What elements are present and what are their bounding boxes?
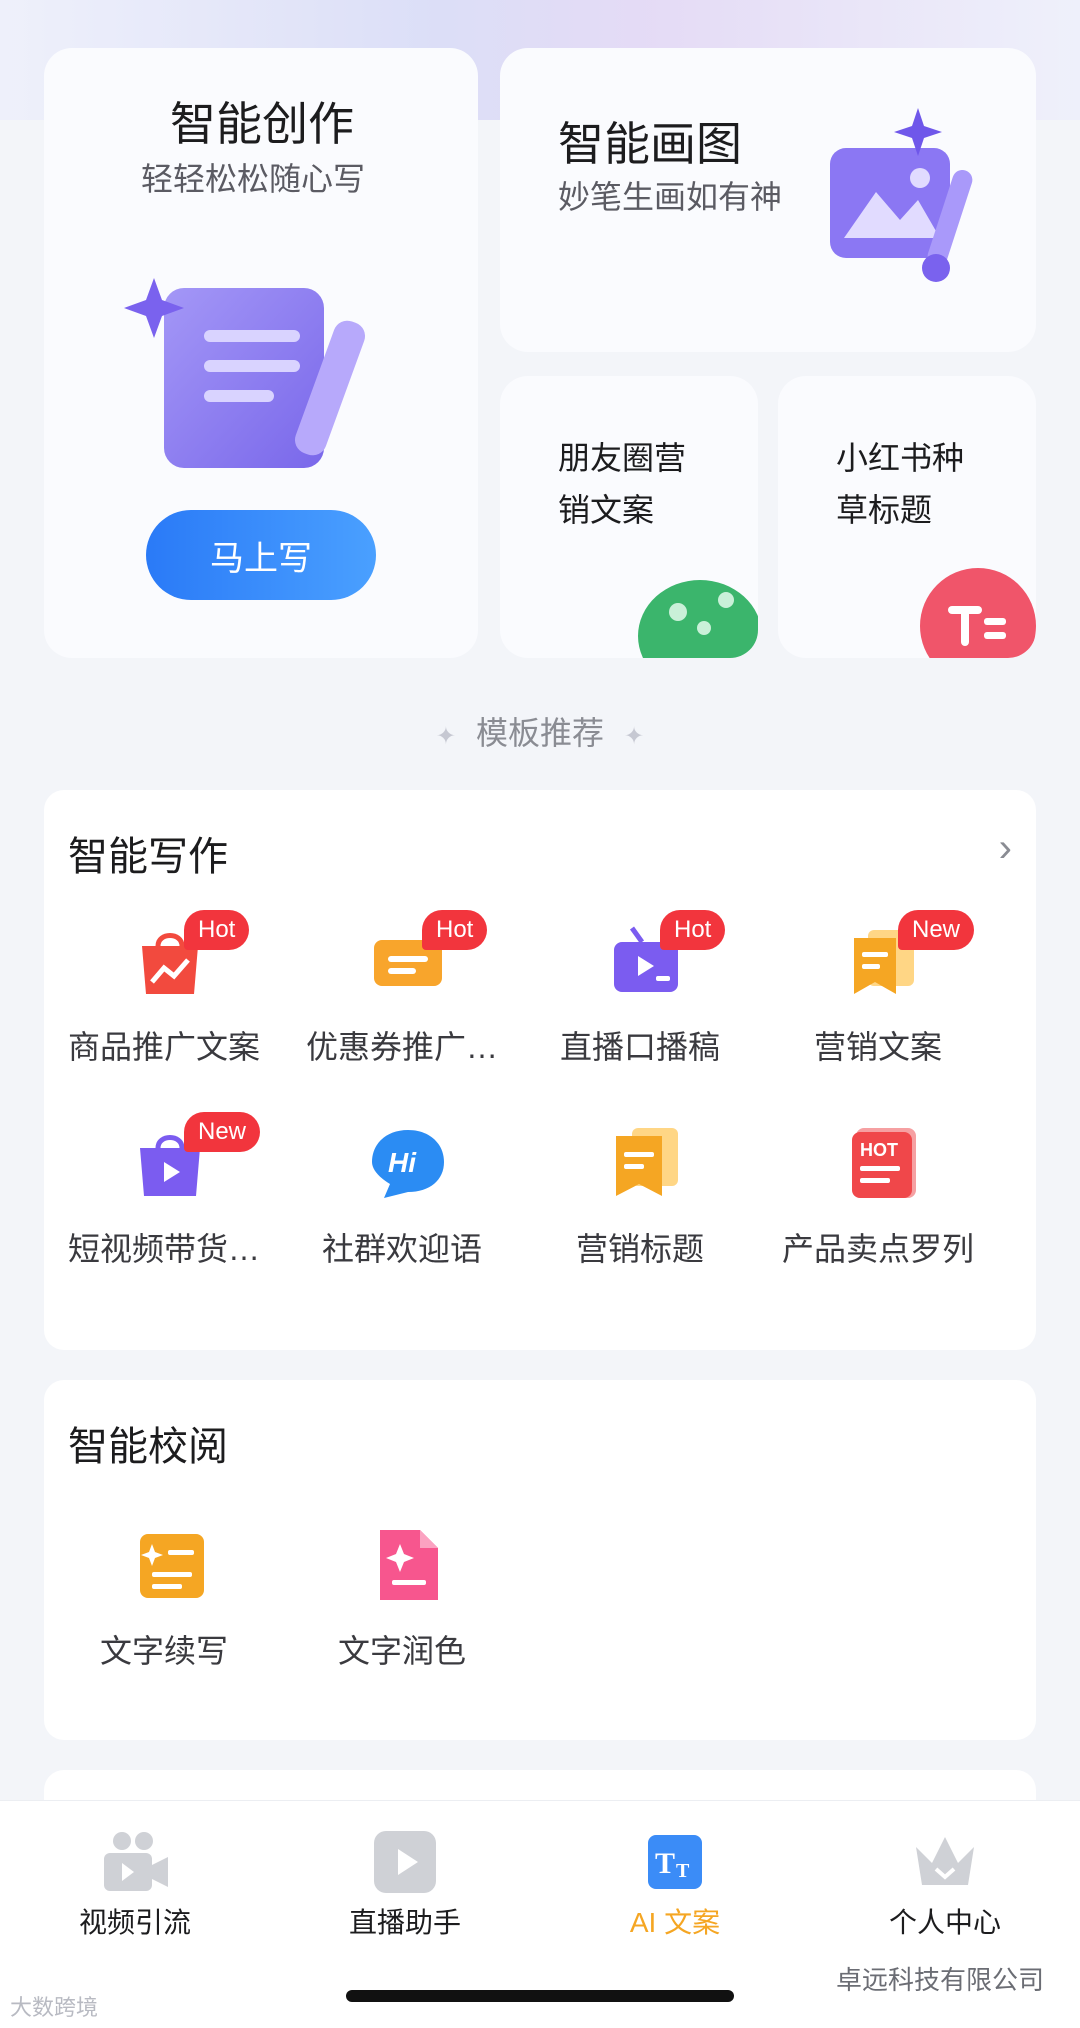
svg-text:T: T	[676, 1860, 690, 1882]
template-item-label: 优惠券推广…	[305, 1029, 498, 1065]
xhs-title-line2: 草标题	[836, 492, 933, 528]
smart-writing-title: 智能写作	[68, 835, 228, 879]
smart-draw-title: 智能画图	[558, 118, 742, 170]
text-tt-icon: T T	[648, 1835, 702, 1889]
smart-create-card[interactable]: 智能创作 轻轻松松随心写 马上写	[44, 48, 478, 658]
smart-draw-subtitle: 妙笔生画如有神	[558, 179, 783, 215]
picture-brush-icon	[830, 108, 973, 282]
tab-ai-copy[interactable]: T T AI 文案	[540, 1817, 810, 1938]
xhs-title-line1: 小红书种	[836, 440, 965, 476]
sparkle-icon: ✦	[624, 723, 645, 750]
hot-list-icon: HOT	[852, 1128, 916, 1198]
text-t-icon	[920, 568, 1036, 658]
home-indicator[interactable]	[346, 1990, 734, 2002]
template-item-product-promo[interactable]: Hot 商品推广文案	[44, 910, 284, 1092]
smart-create-subtitle: 轻轻松松随心写	[141, 161, 366, 197]
template-item-label: 商品推广文案	[67, 1029, 260, 1065]
crown-icon	[916, 1837, 974, 1885]
tab-live-assistant[interactable]: 直播助手	[270, 1817, 540, 1938]
smart-draw-card[interactable]: 智能画图 妙笔生画如有神	[500, 48, 1036, 352]
smart-proofread-title: 智能校阅	[68, 1425, 228, 1469]
planet-icon	[638, 580, 758, 658]
bookmark-title-icon	[616, 1128, 678, 1196]
template-item-live-script[interactable]: Hot 直播口播稿	[520, 910, 760, 1092]
new-badge: New	[898, 910, 975, 950]
template-item-community-welcome[interactable]: Hi 社群欢迎语	[282, 1124, 522, 1294]
hi-chat-icon: Hi	[372, 1130, 444, 1198]
tab-label: 视频引流	[78, 1907, 191, 1938]
tab-label: AI 文案	[629, 1907, 721, 1938]
template-item-label: 营销文案	[813, 1029, 942, 1065]
tab-label: 直播助手	[348, 1907, 461, 1938]
tab-label: 个人中心	[888, 1907, 1001, 1938]
watermark-left: 大数跨境	[10, 1995, 99, 2020]
watermark-right: 卓远科技有限公司	[835, 1965, 1044, 1995]
proof-item-label: 文字润色	[337, 1633, 466, 1669]
document-pen-icon	[124, 278, 366, 468]
smart-writing-section: 智能写作 › Hot 商品推广文案 Hot 优惠券推广… Hot 直播口播稿 N…	[44, 790, 1036, 1350]
tab-profile[interactable]: 个人中心	[810, 1817, 1080, 1938]
moments-title-line2: 销文案	[558, 492, 655, 528]
proof-item-label: 文字续写	[99, 1633, 228, 1669]
proof-item-polish[interactable]: 文字润色	[282, 1526, 522, 1696]
scroll-continue-icon	[140, 1534, 204, 1598]
smart-proofread-section: 智能校阅 文字续写 文字润色	[44, 1380, 1036, 1740]
write-now-button[interactable]: 马上写	[146, 510, 376, 600]
template-item-marketing-copy[interactable]: New 营销文案	[758, 910, 998, 1092]
template-item-selling-points[interactable]: HOT 产品卖点罗列	[758, 1124, 998, 1294]
template-recommend-divider: ✦ 模板推荐 ✦	[0, 708, 1080, 754]
video-camera-icon	[104, 1832, 168, 1891]
smart-create-title: 智能创作	[170, 98, 354, 150]
play-icon	[374, 1831, 436, 1893]
template-item-label: 短视频带货…	[67, 1231, 260, 1267]
hot-badge: Hot	[184, 910, 250, 950]
proof-item-continue-writing[interactable]: 文字续写	[44, 1526, 284, 1696]
moments-marketing-card[interactable]: 朋友圈营 销文案	[500, 376, 758, 658]
hot-badge: Hot	[422, 910, 488, 950]
hot-badge: Hot	[660, 910, 726, 950]
moments-title-line1: 朋友圈营	[558, 440, 687, 476]
doc-polish-icon	[380, 1530, 438, 1600]
template-item-label: 产品卖点罗列	[781, 1231, 974, 1267]
xhs-title-card[interactable]: 小红书种 草标题	[778, 376, 1036, 658]
template-item-marketing-title[interactable]: 营销标题	[520, 1124, 760, 1294]
svg-text:HOT: HOT	[860, 1140, 898, 1160]
chevron-right-icon[interactable]: ›	[999, 826, 1012, 871]
template-item-label: 社群欢迎语	[321, 1231, 482, 1267]
svg-text:Hi: Hi	[388, 1147, 417, 1178]
tab-video-traffic[interactable]: 视频引流	[0, 1817, 270, 1938]
svg-text:T: T	[655, 1847, 675, 1880]
template-item-label: 营销标题	[575, 1231, 704, 1267]
template-recommend-label: 模板推荐	[475, 715, 604, 751]
template-item-label: 直播口播稿	[559, 1029, 720, 1065]
new-badge: New	[184, 1112, 261, 1152]
template-item-coupon-promo[interactable]: Hot 优惠券推广…	[282, 910, 522, 1092]
template-item-short-video-sales[interactable]: New 短视频带货…	[44, 1112, 284, 1294]
sparkle-icon: ✦	[435, 723, 456, 750]
